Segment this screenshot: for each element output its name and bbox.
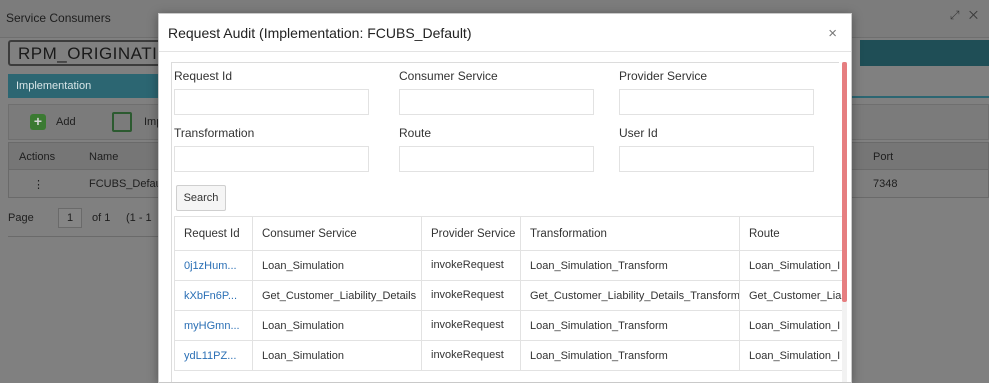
cell-consumer-service: Get_Customer_Liability_Details [252,280,422,311]
table-row[interactable]: 0j1zHum... Loan_Simulation invokeRequest… [174,250,847,281]
request-audit-table: Request Id Consumer Service Provider Ser… [174,216,847,371]
divider [8,236,168,237]
table-row[interactable]: myHGmn... Loan_Simulation invokeRequest … [174,310,847,341]
cell-route: Loan_Simulation_I [739,340,847,371]
column-header-provider-service[interactable]: Provider Service [421,216,521,251]
cell-transformation: Loan_Simulation_Transform [520,310,740,341]
cell-consumer-service: Loan_Simulation [252,340,422,371]
cell-provider-service: invokeRequest [421,310,521,341]
dialog-title: Request Audit (Implementation: FCUBS_Def… [168,25,472,41]
user-id-input[interactable] [619,146,814,172]
background-window-title: Service Consumers [6,11,111,25]
grid-cell-port: 7348 [873,178,898,190]
request-id-link[interactable]: kXbFn6P... [174,280,253,311]
import-icon[interactable] [112,112,132,132]
provider-service-input[interactable] [619,89,814,115]
add-button-label[interactable]: Add [56,116,76,128]
column-header-request-id[interactable]: Request Id [174,216,253,251]
row-actions-icon[interactable]: ⋮ [33,178,44,191]
request-id-input[interactable] [174,89,369,115]
close-icon[interactable]: × [828,25,837,42]
transformation-input[interactable] [174,146,369,172]
route-label: Route [399,126,432,140]
window-resize-icon[interactable]: ⤢ ✕ [950,8,981,23]
grid-header-port: Port [873,151,894,163]
grid-header-name: Name [89,151,119,163]
dialog-header: Request Audit (Implementation: FCUBS_Def… [159,14,851,52]
add-icon[interactable]: + [30,114,46,130]
cell-route: Loan_Simulation_I [739,250,847,281]
scrollbar-thumb[interactable] [842,62,847,302]
cell-consumer-service: Loan_Simulation [252,250,422,281]
cell-transformation: Loan_Simulation_Transform [520,250,740,281]
table-header-row: Request Id Consumer Service Provider Ser… [174,216,847,251]
user-id-label: User Id [619,126,658,140]
table-row[interactable]: kXbFn6P... Get_Customer_Liability_Detail… [174,280,847,311]
cell-provider-service: invokeRequest [421,340,521,371]
pager-page-label: Page [8,212,34,224]
transformation-label: Transformation [174,126,255,140]
pager-of-label: of 1 [92,212,111,224]
consumer-service-input[interactable] [399,89,594,115]
cell-transformation: Loan_Simulation_Transform [520,340,740,371]
cell-route: Get_Customer_Lia [739,280,847,311]
request-audit-dialog: Request Audit (Implementation: FCUBS_Def… [158,13,852,383]
grid-cell-name: FCUBS_Default [89,178,168,190]
cell-provider-service: invokeRequest [421,250,521,281]
cell-transformation: Get_Customer_Liability_Details_Transform [520,280,740,311]
column-header-transformation[interactable]: Transformation [520,216,740,251]
request-id-link[interactable]: ydL11PZ... [174,340,253,371]
request-id-link[interactable]: myHGmn... [174,310,253,341]
dialog-body: Request Id Consumer Service Provider Ser… [171,62,847,382]
route-input[interactable] [399,146,594,172]
cell-route: Loan_Simulation_I [739,310,847,341]
table-row[interactable]: ydL11PZ... Loan_Simulation invokeRequest… [174,340,847,371]
request-id-link[interactable]: 0j1zHum... [174,250,253,281]
consumer-service-label: Consumer Service [399,69,498,83]
provider-service-label: Provider Service [619,69,708,83]
cell-consumer-service: Loan_Simulation [252,310,422,341]
grid-header-actions: Actions [19,151,56,163]
consumer-header-band [860,40,989,66]
dialog-scrollbar[interactable] [842,62,847,382]
pager-range: (1 - 1 [126,212,152,224]
pager: Page 1 of 1 (1 - 1 [8,206,168,232]
request-id-label: Request Id [174,69,233,83]
cell-provider-service: invokeRequest [421,280,521,311]
pager-page-input[interactable]: 1 [58,208,82,228]
column-header-consumer-service[interactable]: Consumer Service [252,216,422,251]
search-form-panel: Request Id Consumer Service Provider Ser… [171,62,847,382]
column-header-route[interactable]: Route [739,216,847,251]
tab-implementation[interactable]: Implementation [8,74,158,98]
search-button[interactable]: Search [176,185,226,211]
